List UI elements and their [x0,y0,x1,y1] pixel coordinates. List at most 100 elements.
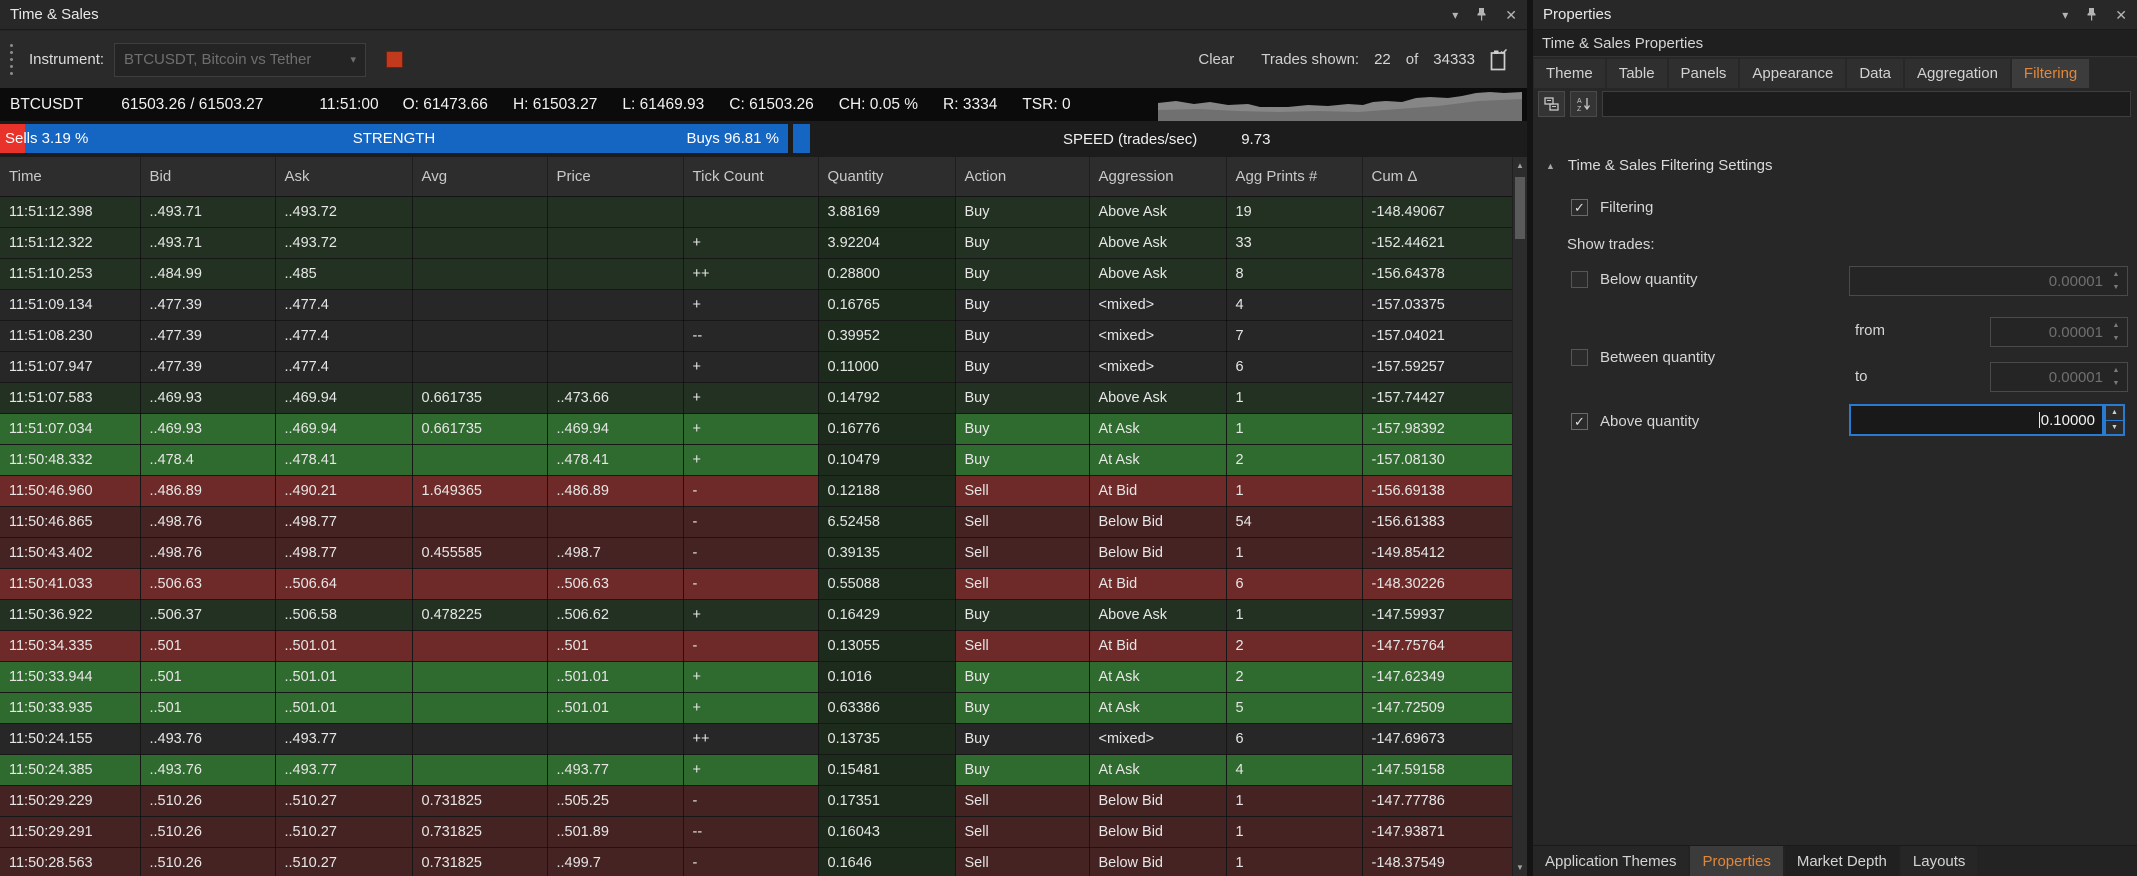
cell-avg: 0.455585 [412,537,547,568]
clear-button[interactable]: Clear [1198,51,1234,68]
collapse-triangle-icon[interactable]: ▲ [1546,161,1555,171]
bottom-tab-layouts[interactable]: Layouts [1901,846,1978,876]
cell-aggression: Above Ask [1089,258,1226,289]
cell-bid: ..486.89 [140,475,275,506]
from-spin-down-icon[interactable]: ▼ [2107,332,2125,345]
drag-grip-icon[interactable] [10,44,13,75]
above-spin-up-icon[interactable]: ▲ [2106,406,2123,421]
sort-alphabetical-button[interactable]: A Z [1570,91,1597,117]
props-pin-icon[interactable] [2086,7,2097,23]
cell-cum: -157.98392 [1362,413,1512,444]
cell-tick: + [683,382,818,413]
cell-tick: -- [683,320,818,351]
tab-panels[interactable]: Panels [1669,59,1739,88]
cell-qty: 0.63386 [818,692,955,723]
cell-tick: - [683,630,818,661]
cell-prints: 2 [1226,444,1362,475]
properties-search-input[interactable] [1602,91,2131,117]
cell-price: ..505.25 [547,785,683,816]
above-quantity-spin-buttons[interactable]: ▲ ▼ [2104,404,2125,436]
speed-sparkline [1158,88,1522,121]
ts-chevron-down-icon[interactable]: ▾ [1452,9,1458,21]
cell-avg [412,196,547,227]
cell-action: Sell [955,785,1089,816]
cell-time: 11:51:09.134 [0,289,140,320]
tab-theme[interactable]: Theme [1534,59,1605,88]
time-and-sales-panel: Time & Sales ▾ ✕ Instrument: BTCUSDT, Bi… [0,0,1527,876]
to-spin-up-icon[interactable]: ▲ [2107,364,2125,377]
scroll-down-arrow-icon[interactable]: ▼ [1513,859,1527,876]
tab-appearance[interactable]: Appearance [1740,59,1845,88]
bottom-tab-properties[interactable]: Properties [1690,846,1782,876]
from-spin-up-icon[interactable]: ▲ [2107,319,2125,332]
instrument-dropdown[interactable]: BTCUSDT, Bitcoin vs Tether ▾ [114,43,366,77]
cell-qty: 0.1646 [818,847,955,876]
props-close-icon[interactable]: ✕ [2115,8,2127,22]
below-spin-up-icon[interactable]: ▲ [2107,268,2125,281]
bottom-tab-market-depth[interactable]: Market Depth [1785,846,1899,876]
ts-pin-icon[interactable] [1476,7,1487,23]
col-header-price[interactable]: Price [547,157,683,196]
from-quantity-input[interactable]: 0.00001 ▲▼ [1990,317,2128,347]
table-row: 11:50:46.865..498.76..498.77-6.52458Sell… [0,506,1512,537]
table-row: 11:51:07.583..469.93..469.940.661735..47… [0,382,1512,413]
cell-cum: -147.93871 [1362,816,1512,847]
record-stop-button[interactable] [386,51,403,68]
filtering-settings-section-header[interactable]: ▲ Time & Sales Filtering Settings [1546,157,1772,174]
cell-cum: -147.69673 [1362,723,1512,754]
cell-prints: 1 [1226,382,1362,413]
col-header-quantity[interactable]: Quantity [818,157,955,196]
cell-price [547,506,683,537]
col-header-tick-count[interactable]: Tick Count [683,157,818,196]
col-header-aggression[interactable]: Aggression [1089,157,1226,196]
above-quantity-checkbox[interactable]: ✓ [1571,413,1588,430]
categorized-view-button[interactable] [1538,91,1565,117]
cell-price: ..486.89 [547,475,683,506]
tab-table[interactable]: Table [1607,59,1667,88]
col-header-ask[interactable]: Ask [275,157,412,196]
below-quantity-input[interactable]: 0.00001 ▲▼ [1849,266,2128,296]
cell-ask: ..501.01 [275,692,412,723]
speed-label: SPEED (trades/sec) [1063,131,1197,148]
above-quantity-input[interactable]: 0.10000 [1849,404,2104,436]
cell-prints: 1 [1226,537,1362,568]
tab-data[interactable]: Data [1847,59,1903,88]
scrollbar-thumb[interactable] [1515,177,1525,239]
below-quantity-checkbox[interactable]: ✓ [1571,271,1588,288]
cell-ask: ..485 [275,258,412,289]
col-header-bid[interactable]: Bid [140,157,275,196]
table-row: 11:51:07.947..477.39..477.4+0.11000Buy<m… [0,351,1512,382]
svg-text:Z: Z [1577,106,1582,112]
ts-titlebar: Time & Sales ▾ ✕ [0,0,1527,30]
col-header-avg[interactable]: Avg [412,157,547,196]
cell-avg [412,289,547,320]
tab-aggregation[interactable]: Aggregation [1905,59,2010,88]
col-header-action[interactable]: Action [955,157,1089,196]
table-scrollbar[interactable]: ▲ ▼ [1512,157,1527,876]
between-quantity-checkbox[interactable]: ✓ [1571,349,1588,366]
cell-price [547,227,683,258]
to-quantity-input[interactable]: 0.00001 ▲▼ [1990,362,2128,392]
cell-tick: + [683,599,818,630]
cell-qty: 0.55088 [818,568,955,599]
above-spin-down-icon[interactable]: ▼ [2106,421,2123,435]
cell-ask: ..506.58 [275,599,412,630]
filtering-checkbox[interactable]: ✓ [1571,199,1588,216]
trades-shown-label: Trades shown: [1261,51,1359,68]
props-chevron-down-icon[interactable]: ▾ [2062,9,2068,21]
cell-aggression: Below Bid [1089,816,1226,847]
col-header-agg-prints[interactable]: Agg Prints # [1226,157,1362,196]
col-header-time[interactable]: Time [0,157,140,196]
copy-clipboard-icon[interactable] [1490,49,1509,71]
cell-ask: ..493.77 [275,754,412,785]
cell-time: 11:50:33.935 [0,692,140,723]
bottom-tab-application-themes[interactable]: Application Themes [1533,846,1688,876]
cell-cum: -156.64378 [1362,258,1512,289]
table-row: 11:50:28.563..510.26..510.270.731825..49… [0,847,1512,876]
col-header-cum-delta[interactable]: Cum Δ [1362,157,1512,196]
below-spin-down-icon[interactable]: ▼ [2107,281,2125,294]
scroll-up-arrow-icon[interactable]: ▲ [1513,157,1527,174]
ts-close-icon[interactable]: ✕ [1505,8,1517,22]
to-spin-down-icon[interactable]: ▼ [2107,377,2125,390]
tab-filtering[interactable]: Filtering [2012,59,2089,88]
